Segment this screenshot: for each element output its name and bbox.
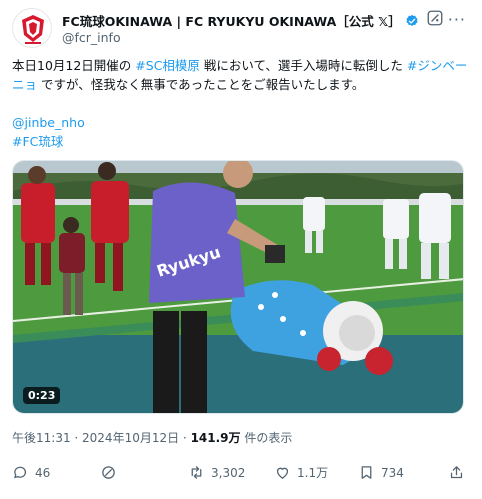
reply-icon (14, 466, 27, 479)
more-options-icon[interactable]: ··· (448, 10, 466, 29)
text-segment: 本日10月12日開催の (12, 58, 136, 73)
bookmark-button[interactable]: 734 (358, 464, 404, 481)
view-count: 141.9万 (190, 431, 241, 445)
verified-badge-icon (406, 14, 418, 26)
video-player[interactable]: Ryukyu 0:23 (12, 160, 464, 414)
video-duration: 0:23 (23, 387, 61, 404)
grok-icon[interactable] (426, 9, 444, 27)
like-button[interactable]: 1.1万 (274, 464, 328, 481)
post-meta: 午後11:31 · 2024年10月12日 · 141.9万 件の表示 (12, 429, 292, 446)
like-count: 1.1万 (297, 466, 329, 480)
display-name[interactable]: FC琉球OKINAWA | FC RYUKYU OKINAWA［公式 𝕏］ (62, 11, 401, 30)
avatar[interactable] (12, 8, 52, 48)
name-row: FC琉球OKINAWA | FC RYUKYU OKINAWA［公式 𝕏］ (62, 11, 419, 30)
view-count-label: 件の表示 (240, 431, 293, 445)
reply-count: 46 (35, 465, 51, 480)
share-icon (450, 466, 463, 479)
post-text: 本日10月12日開催の #SC相模原 戦において、選手入場時に転倒した #ジンベ… (12, 56, 470, 151)
text-segment: ですが、怪我なく無事であったことをご報告いたします。 (37, 77, 365, 92)
bookmark-count: 734 (381, 465, 404, 480)
fc-ryukyu-logo-icon (22, 15, 44, 44)
post-timestamp[interactable]: 午後11:31 · 2024年10月12日 · (12, 431, 191, 445)
text-segment: 戦において、選手入場時に転倒した (199, 58, 407, 73)
user-mention-link[interactable]: @jinbe_nho (12, 113, 470, 132)
handle[interactable]: @fcr_info (62, 30, 121, 45)
reply-button[interactable]: 46 (12, 464, 50, 481)
video-frame: Ryukyu (13, 161, 463, 413)
grok-share-button[interactable] (100, 464, 117, 481)
heart-icon (276, 467, 289, 479)
repost-count: 3,302 (211, 465, 246, 480)
post-header: FC琉球OKINAWA | FC RYUKYU OKINAWA［公式 𝕏］ @f… (12, 8, 470, 48)
repost-icon (191, 466, 202, 479)
hashtag-link-fc[interactable]: #FC琉球 (12, 132, 470, 151)
repost-button[interactable]: 3,302 (188, 464, 245, 481)
share-button[interactable] (448, 464, 465, 481)
post-links: @jinbe_nho #FC琉球 (12, 113, 470, 151)
action-bar: 46 3,302 1.1万 734 (12, 464, 470, 488)
post-paragraph: 本日10月12日開催の #SC相模原 戦において、選手入場時に転倒した #ジンベ… (12, 56, 470, 94)
bookmark-icon (361, 466, 372, 479)
hashtag-link-sc[interactable]: #SC相模原 (135, 58, 200, 73)
grok-logo-icon (102, 466, 115, 479)
